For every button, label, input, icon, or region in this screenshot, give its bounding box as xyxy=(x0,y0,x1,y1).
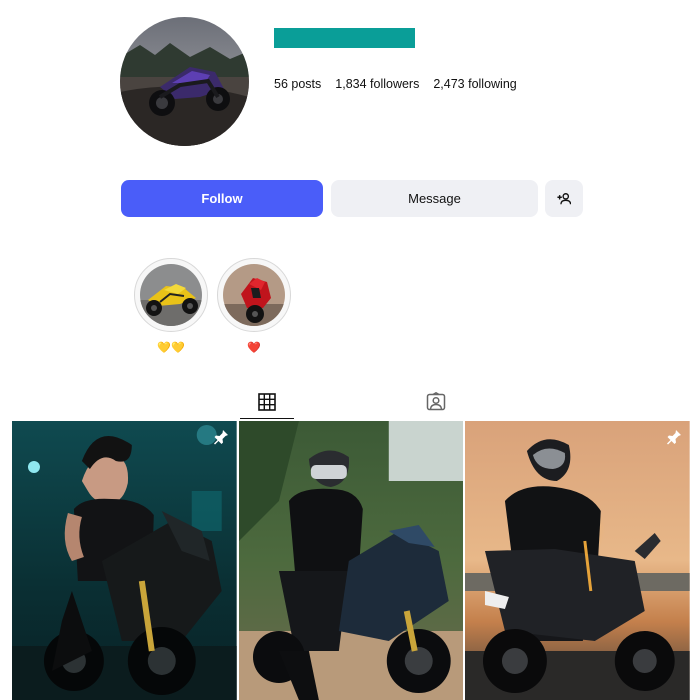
highlight-label: 💛💛 xyxy=(157,342,185,354)
tab-tagged[interactable] xyxy=(409,385,463,419)
follow-button-label: Follow xyxy=(201,191,243,206)
highlight-label: ❤️ xyxy=(247,342,261,354)
username-redacted xyxy=(274,28,415,48)
post-thumbnail[interactable] xyxy=(238,421,464,700)
post-rider-night-photo xyxy=(12,421,237,700)
posts-grid xyxy=(12,421,691,700)
tagged-person-icon xyxy=(426,392,446,411)
highlight-ring xyxy=(217,258,291,332)
highlight-ring xyxy=(134,258,208,332)
profile-avatar[interactable] xyxy=(120,17,249,146)
pin-icon xyxy=(213,430,228,445)
post-thumbnail[interactable] xyxy=(465,421,691,700)
message-button-label: Message xyxy=(408,191,461,206)
add-person-icon xyxy=(557,192,571,204)
highlight-item[interactable]: 💛💛 xyxy=(134,258,208,354)
highlight-yellow-motorcycle-photo xyxy=(140,264,202,326)
post-rider-forest-photo xyxy=(238,421,464,700)
grid-icon xyxy=(258,392,276,411)
followers-count[interactable]: 1,834 followers xyxy=(335,77,419,91)
profile-stats: 56 posts 1,834 followers 2,473 following xyxy=(274,77,517,91)
follow-button[interactable]: Follow xyxy=(121,180,323,217)
message-button[interactable]: Message xyxy=(331,180,538,217)
tab-posts[interactable] xyxy=(240,385,294,419)
pin-icon xyxy=(667,430,682,445)
posts-count[interactable]: 56 posts xyxy=(274,77,321,91)
post-rider-sunset-photo xyxy=(465,421,691,700)
following-count[interactable]: 2,473 following xyxy=(433,77,516,91)
suggested-users-button[interactable] xyxy=(545,180,583,217)
highlight-red-motorcycle-photo xyxy=(223,264,285,326)
avatar-motorcycle-photo xyxy=(120,17,249,146)
post-thumbnail[interactable] xyxy=(12,421,237,700)
highlight-item[interactable]: ❤️ xyxy=(217,258,291,354)
